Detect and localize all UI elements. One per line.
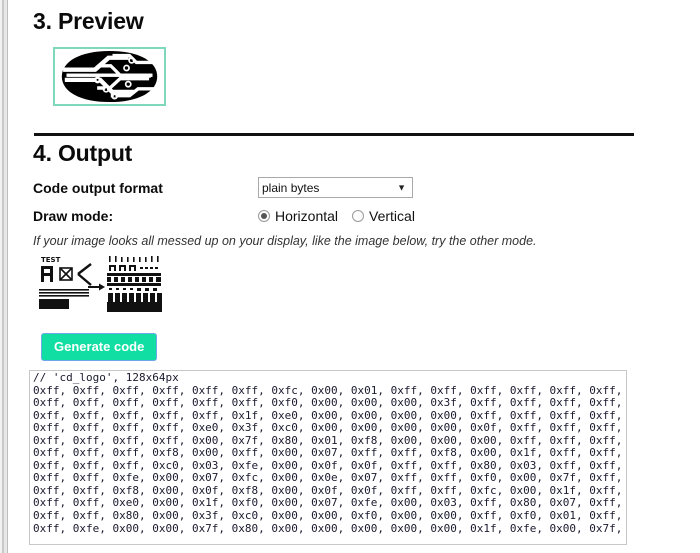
- messed-up-example-image: TEST: [39, 256, 162, 312]
- draw-mode-hint-text: If your image looks all messed up on you…: [33, 234, 537, 248]
- section-divider: [34, 132, 634, 136]
- code-output-byte-line: 0xff, 0xff, 0xff, 0xf8, 0x00, 0xff, 0x00…: [33, 446, 627, 460]
- output-section: 4. Output Code output format plain bytes…: [25, 140, 675, 317]
- code-output-format-select-wrap: plain bytes ▼: [258, 177, 413, 198]
- radio-vertical[interactable]: Vertical: [352, 208, 415, 224]
- code-output-byte-line: 0xff, 0xff, 0xff, 0xff, 0xff, 0xff, 0xf0…: [33, 396, 627, 410]
- code-output-format-row: Code output format plain bytes ▼: [25, 177, 675, 198]
- radio-horizontal-label: Horizontal: [275, 208, 339, 224]
- generate-code-row: Generate code: [41, 333, 158, 361]
- draw-mode-label: Draw mode:: [33, 208, 114, 224]
- code-output-textarea[interactable]: // 'cd_logo', 128x64px 0xff, 0xff, 0xff, …: [29, 370, 627, 545]
- code-output-byte-line: 0xff, 0xff, 0x80, 0x00, 0x3f, 0xc0, 0x00…: [33, 509, 627, 523]
- code-output-format-label: Code output format: [33, 179, 163, 196]
- page-body: 3. Preview 4. Output Code output format …: [9, 0, 700, 553]
- cd-logo-preview-image: [55, 49, 164, 104]
- radio-vertical-label: Vertical: [369, 208, 415, 224]
- code-output-byte-line: 0xff, 0xff, 0xff, 0xff, 0xe0, 0x3f, 0xc0…: [33, 421, 627, 435]
- code-output-header-line: // 'cd_logo', 128x64px: [33, 371, 179, 384]
- code-output-lines: // 'cd_logo', 128x64px 0xff, 0xff, 0xff, …: [33, 371, 627, 535]
- window-left-gutter: [0, 0, 9, 553]
- preview-section-title: 3. Preview: [33, 8, 144, 34]
- radio-horizontal-dot[interactable]: [258, 210, 270, 222]
- preview-section: 3. Preview: [25, 8, 665, 106]
- radio-vertical-dot[interactable]: [352, 210, 365, 222]
- code-output-format-select[interactable]: plain bytes: [258, 177, 413, 198]
- preview-image-frame[interactable]: [53, 47, 166, 106]
- generate-code-button[interactable]: Generate code: [41, 333, 158, 361]
- output-section-title: 4. Output: [33, 140, 133, 166]
- draw-mode-radio-group: Horizontal Vertical: [258, 208, 429, 224]
- radio-horizontal[interactable]: Horizontal: [258, 208, 338, 224]
- draw-mode-hint-figure: TEST: [25, 252, 675, 317]
- draw-mode-row: Draw mode: Horizontal Vertical: [25, 208, 675, 224]
- code-output-byte-line: 0xff, 0xfe, 0x00, 0x00, 0x7f, 0x80, 0x00…: [33, 521, 627, 535]
- svg-text:TEST: TEST: [41, 256, 61, 264]
